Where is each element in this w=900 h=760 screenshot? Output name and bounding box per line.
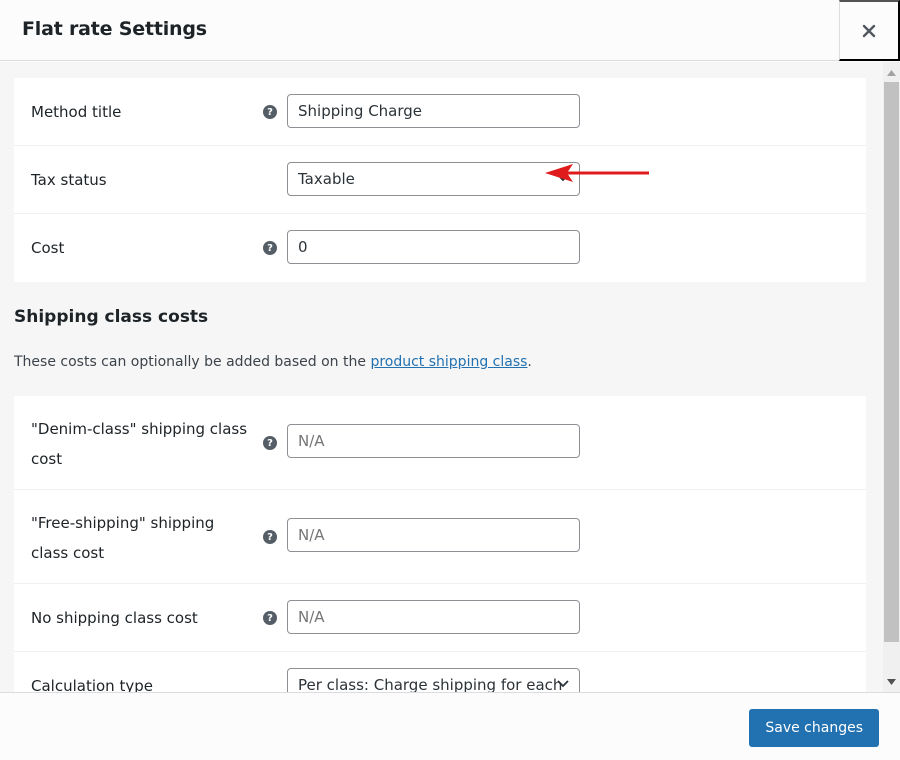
denim-class-label: "Denim-class" shipping class cost xyxy=(31,420,248,468)
cost-label: Cost xyxy=(31,239,65,257)
method-title-row: Method title ? xyxy=(14,78,866,146)
general-settings-card: Method title ? Tax status Taxable Cost ? xyxy=(14,78,866,282)
denim-class-cost-input[interactable] xyxy=(287,424,580,458)
calculation-type-row: Calculation type Per class: Charge shipp… xyxy=(14,652,866,692)
chevron-down-icon xyxy=(557,680,569,688)
free-shipping-class-row: "Free-shipping" shipping class cost ? xyxy=(14,490,866,584)
tax-status-row: Tax status Taxable xyxy=(14,146,866,214)
method-title-input[interactable] xyxy=(287,94,580,128)
cost-input[interactable] xyxy=(287,230,580,264)
method-title-label: Method title xyxy=(31,103,122,121)
scroll-up-button[interactable] xyxy=(883,64,900,81)
tax-status-label: Tax status xyxy=(31,171,107,189)
calculation-type-value: Per class: Charge shipping for each xyxy=(298,676,563,692)
tax-status-select[interactable]: Taxable xyxy=(287,162,580,196)
modal-header: Flat rate Settings xyxy=(0,0,900,61)
close-icon xyxy=(862,24,876,37)
shipping-class-costs-card: "Denim-class" shipping class cost ? "Fre… xyxy=(14,396,866,692)
help-icon[interactable]: ? xyxy=(263,241,277,255)
modal-body: Method title ? Tax status Taxable Cost ?… xyxy=(0,62,883,692)
scrollbar-thumb[interactable] xyxy=(884,82,899,642)
no-shipping-class-cost-input[interactable] xyxy=(287,600,580,634)
shipping-class-costs-heading: Shipping class costs xyxy=(14,307,209,327)
help-icon[interactable]: ? xyxy=(263,105,277,119)
free-shipping-class-label: "Free-shipping" shipping class cost xyxy=(31,514,215,562)
triangle-down-icon xyxy=(887,678,896,685)
help-icon[interactable]: ? xyxy=(263,530,277,544)
triangle-up-icon xyxy=(887,69,896,76)
free-shipping-class-cost-input[interactable] xyxy=(287,518,580,552)
product-shipping-class-link[interactable]: product shipping class xyxy=(370,354,527,370)
no-shipping-class-label: No shipping class cost xyxy=(31,609,198,627)
help-icon[interactable]: ? xyxy=(263,436,277,450)
save-changes-button[interactable]: Save changes xyxy=(749,709,879,747)
calculation-type-label: Calculation type xyxy=(31,677,153,692)
denim-class-row: "Denim-class" shipping class cost ? xyxy=(14,396,866,490)
vertical-scrollbar[interactable] xyxy=(883,62,900,692)
modal-footer: Save changes xyxy=(0,692,900,760)
calculation-type-select[interactable]: Per class: Charge shipping for each xyxy=(287,668,580,692)
scroll-down-button[interactable] xyxy=(883,673,900,690)
modal-title: Flat rate Settings xyxy=(22,18,207,40)
tax-status-value: Taxable xyxy=(298,170,355,188)
help-icon[interactable]: ? xyxy=(263,611,277,625)
shipping-class-costs-description: These costs can optionally be added base… xyxy=(14,354,532,370)
annotation-arrow-icon xyxy=(545,164,649,182)
close-button[interactable] xyxy=(839,0,900,61)
no-shipping-class-row: No shipping class cost ? xyxy=(14,584,866,652)
cost-row: Cost ? xyxy=(14,214,866,282)
